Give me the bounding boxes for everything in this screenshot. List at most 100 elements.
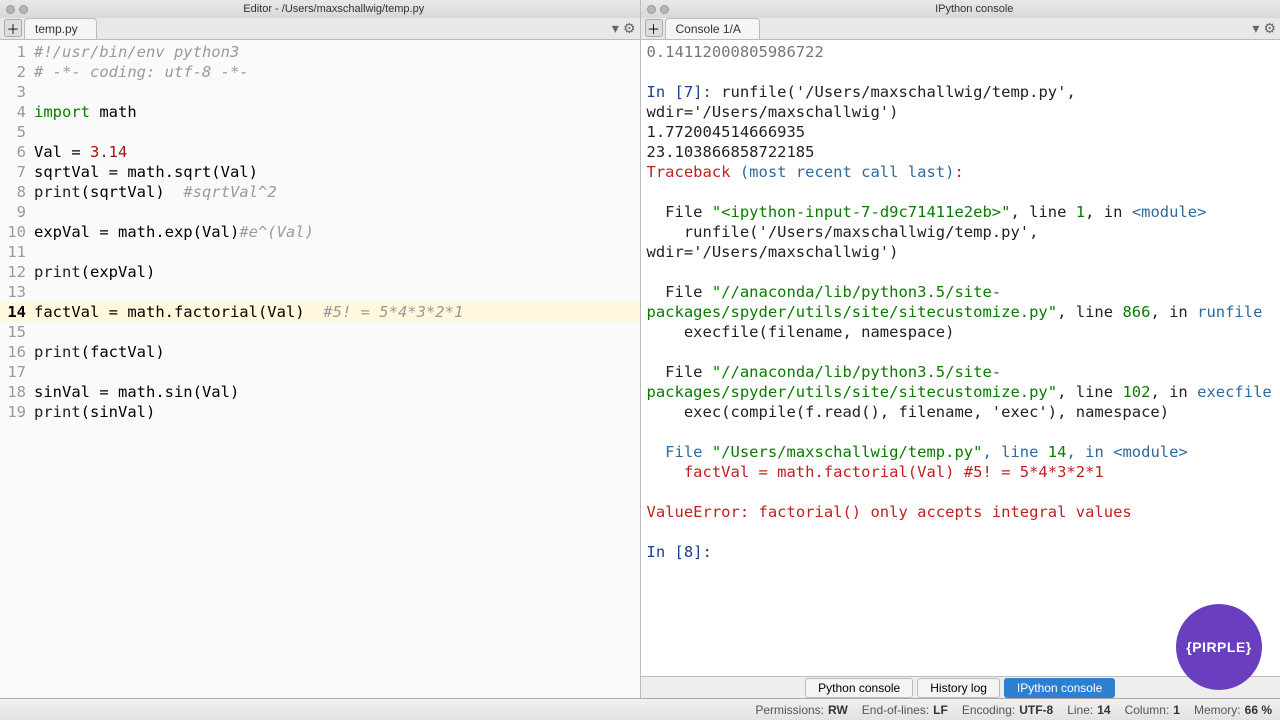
line-number: 1 xyxy=(0,42,34,62)
line-number: 14 xyxy=(0,302,34,322)
code-line[interactable]: 6Val = 3.14 xyxy=(0,142,640,162)
line-number: 7 xyxy=(0,162,34,182)
bottom-tab-ipython-console[interactable]: IPython console xyxy=(1004,678,1115,698)
code-line[interactable]: 19print(sinVal) xyxy=(0,402,640,422)
console-line: runfile('/Users/maxschallwig/temp.py', w… xyxy=(647,222,1275,262)
code-line[interactable]: 13 xyxy=(0,282,640,302)
console-line xyxy=(647,482,1275,502)
line-number: 5 xyxy=(0,122,34,142)
pirple-badge: {PIRPLE} xyxy=(1176,604,1262,690)
code-line[interactable]: 12print(expVal) xyxy=(0,262,640,282)
console-line xyxy=(647,342,1275,362)
status-column: Column:1 xyxy=(1125,703,1180,717)
code-content: # -*- coding: utf-8 -*- xyxy=(34,62,249,82)
console-line xyxy=(647,262,1275,282)
console-line: File "//anaconda/lib/python3.5/site-pack… xyxy=(647,362,1275,402)
console-pane: IPython console ＋ Console 1/A ▾ ⚙ 0.1411… xyxy=(641,0,1280,698)
console-tab[interactable]: Console 1/A xyxy=(665,18,760,39)
line-number: 9 xyxy=(0,202,34,222)
bottom-tab-history-log[interactable]: History log xyxy=(917,678,1000,698)
new-tab-button[interactable]: ＋ xyxy=(4,19,22,37)
code-line[interactable]: 3 xyxy=(0,82,640,102)
status-eol: End-of-lines:LF xyxy=(862,703,948,717)
line-number: 2 xyxy=(0,62,34,82)
tab-label: temp.py xyxy=(35,22,78,36)
code-line[interactable]: 16print(factVal) xyxy=(0,342,640,362)
code-content: import math xyxy=(34,102,137,122)
minimize-icon[interactable] xyxy=(660,5,669,14)
editor-tabbar: ＋ temp.py ▾ ⚙ xyxy=(0,18,640,40)
code-line[interactable]: 10expVal = math.exp(Val)#e^(Val) xyxy=(0,222,640,242)
editor-tab[interactable]: temp.py xyxy=(24,18,97,39)
console-line: factVal = math.factorial(Val) #5! = 5*4*… xyxy=(647,462,1275,482)
code-line[interactable]: 4import math xyxy=(0,102,640,122)
line-number: 16 xyxy=(0,342,34,362)
console-line: Traceback (most recent call last): xyxy=(647,162,1275,182)
console-line: 23.103866858722185 xyxy=(647,142,1275,162)
tab-list-icon[interactable]: ▾ xyxy=(612,20,619,37)
editor-title: Editor - /Users/maxschallwig/temp.py xyxy=(34,3,634,15)
new-console-button[interactable]: ＋ xyxy=(645,19,663,37)
line-number: 12 xyxy=(0,262,34,282)
console-title: IPython console xyxy=(675,3,1275,15)
line-number: 3 xyxy=(0,82,34,102)
console-line: exec(compile(f.read(), filename, 'exec')… xyxy=(647,402,1275,422)
window-controls[interactable] xyxy=(6,5,28,14)
code-line[interactable]: 1#!/usr/bin/env python3 xyxy=(0,42,640,62)
code-line[interactable]: 11 xyxy=(0,242,640,262)
code-line[interactable]: 7sqrtVal = math.sqrt(Val) xyxy=(0,162,640,182)
code-line[interactable]: 18sinVal = math.sin(Val) xyxy=(0,382,640,402)
console-line: File "<ipython-input-7-d9c71411e2eb>", l… xyxy=(647,202,1275,222)
minimize-icon[interactable] xyxy=(19,5,28,14)
code-content: #!/usr/bin/env python3 xyxy=(34,42,239,62)
code-line[interactable]: 14factVal = math.factorial(Val) #5! = 5*… xyxy=(0,302,640,322)
line-number: 11 xyxy=(0,242,34,262)
line-number: 13 xyxy=(0,282,34,302)
console-line xyxy=(647,422,1275,442)
code-line[interactable]: 15 xyxy=(0,322,640,342)
line-number: 17 xyxy=(0,362,34,382)
console-bottom-tabs: Python consoleHistory logIPython console xyxy=(641,676,1280,698)
code-editor[interactable]: 1#!/usr/bin/env python32# -*- coding: ut… xyxy=(0,40,640,698)
bottom-tab-python-console[interactable]: Python console xyxy=(805,678,913,698)
code-content: print(sqrtVal) #sqrtVal^2 xyxy=(34,182,277,202)
code-line[interactable]: 5 xyxy=(0,122,640,142)
code-line[interactable]: 8print(sqrtVal) #sqrtVal^2 xyxy=(0,182,640,202)
code-line[interactable]: 2# -*- coding: utf-8 -*- xyxy=(0,62,640,82)
tab-label: Console 1/A xyxy=(676,22,741,36)
line-number: 8 xyxy=(0,182,34,202)
tab-list-icon[interactable]: ▾ xyxy=(1252,20,1259,37)
code-content: print(factVal) xyxy=(34,342,165,362)
console-line xyxy=(647,182,1275,202)
console-line: File "//anaconda/lib/python3.5/site-pack… xyxy=(647,282,1275,322)
code-content: print(sinVal) xyxy=(34,402,155,422)
line-number: 4 xyxy=(0,102,34,122)
code-content: expVal = math.exp(Val)#e^(Val) xyxy=(34,222,314,242)
status-bar: Permissions:RW End-of-lines:LF Encoding:… xyxy=(0,698,1280,720)
editor-pane: Editor - /Users/maxschallwig/temp.py ＋ t… xyxy=(0,0,641,698)
code-content: print(expVal) xyxy=(34,262,155,282)
console-titlebar: IPython console xyxy=(641,0,1280,18)
code-line[interactable]: 17 xyxy=(0,362,640,382)
code-content: factVal = math.factorial(Val) #5! = 5*4*… xyxy=(34,302,463,322)
console-line: File "/Users/maxschallwig/temp.py", line… xyxy=(647,442,1275,462)
code-content: Val = 3.14 xyxy=(34,142,127,162)
editor-titlebar: Editor - /Users/maxschallwig/temp.py xyxy=(0,0,640,18)
close-icon[interactable] xyxy=(647,5,656,14)
status-permissions: Permissions:RW xyxy=(755,703,847,717)
gear-icon[interactable]: ⚙ xyxy=(1263,20,1276,37)
console-line: In [8]: xyxy=(647,542,1275,562)
line-number: 15 xyxy=(0,322,34,342)
line-number: 6 xyxy=(0,142,34,162)
console-line: 1.772004514666935 xyxy=(647,122,1275,142)
window-controls[interactable] xyxy=(647,5,669,14)
console-line: execfile(filename, namespace) xyxy=(647,322,1275,342)
console-output[interactable]: 0.14112000805986722 In [7]: runfile('/Us… xyxy=(641,40,1280,676)
status-encoding: Encoding:UTF-8 xyxy=(962,703,1053,717)
console-line: ValueError: factorial() only accepts int… xyxy=(647,502,1275,522)
console-tabbar: ＋ Console 1/A ▾ ⚙ xyxy=(641,18,1280,40)
close-icon[interactable] xyxy=(6,5,15,14)
code-line[interactable]: 9 xyxy=(0,202,640,222)
gear-icon[interactable]: ⚙ xyxy=(623,20,636,37)
console-line xyxy=(647,522,1275,542)
